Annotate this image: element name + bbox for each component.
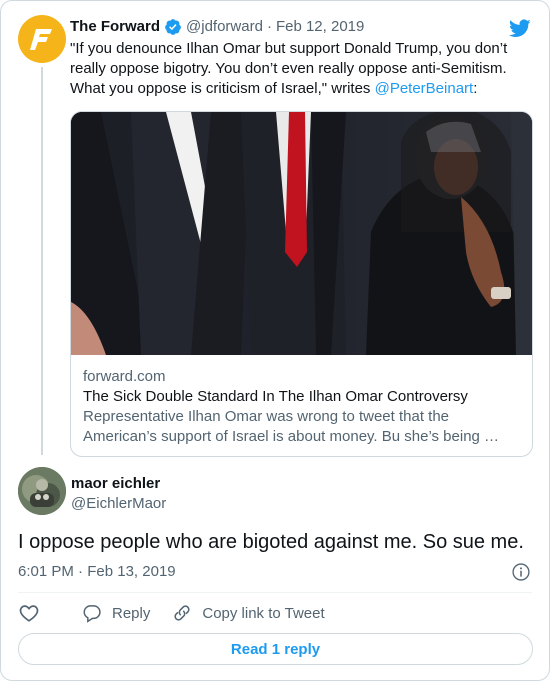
mention-link[interactable]: @PeterBeinart <box>375 80 474 97</box>
link-icon <box>174 605 190 621</box>
link-title[interactable]: The Sick Double Standard In The Ilhan Om… <box>83 387 520 407</box>
tweet-text: I oppose people who are bigoted against … <box>18 531 524 553</box>
tweet-actions: Reply Copy link to Tweet <box>18 601 347 625</box>
tweet-author-handle[interactable]: @EichlerMaor <box>71 494 166 514</box>
link-preview-meta: forward.com The Sick Double Standard In … <box>83 367 520 447</box>
tweet-timestamp[interactable]: 6:01 PM · Feb 13, 2019 <box>18 562 176 582</box>
quoted-text-end: : <box>473 80 478 97</box>
tweet-time: 6:01 PM <box>18 563 74 580</box>
quoted-tweet-text: "If you denounce Ilhan Omar but support … <box>70 39 530 99</box>
link-description-line-1: Representative Ilhan Omar was wrong to t… <box>83 408 450 425</box>
copy-link-button[interactable]: Copy link to Tweet <box>172 603 325 623</box>
link-preview-card[interactable]: forward.com The Sick Double Standard In … <box>70 111 533 457</box>
divider <box>18 592 532 593</box>
info-icon[interactable] <box>511 562 531 587</box>
maor-avatar[interactable] <box>18 467 66 515</box>
tweet-author-name[interactable]: maor eichler <box>71 474 160 494</box>
thread-line <box>41 67 43 455</box>
separator-dot: · <box>78 563 84 580</box>
tweet-card: The Forward @jdforward · Feb 12, 2019 "I… <box>0 0 550 681</box>
tweet-date: Feb 13, 2019 <box>87 563 176 580</box>
quoted-author-name[interactable]: The Forward <box>70 17 160 37</box>
link-description-line-2: American’s support of Israel is about mo… <box>83 428 500 445</box>
read-replies-button[interactable]: Read 1 reply <box>18 633 533 665</box>
copy-link-label: Copy link to Tweet <box>202 604 325 622</box>
quoted-tweet-header: The Forward @jdforward · Feb 12, 2019 <box>70 17 364 37</box>
heart-icon <box>19 605 39 622</box>
verified-badge-icon <box>164 18 182 36</box>
like-button[interactable] <box>18 602 50 624</box>
forward-avatar[interactable] <box>18 15 66 63</box>
reply-button[interactable]: Reply <box>82 603 150 623</box>
reply-label: Reply <box>112 604 151 622</box>
link-preview-image <box>71 112 532 355</box>
separator-dot: · <box>266 18 272 35</box>
quoted-tweet-date[interactable]: Feb 12, 2019 <box>276 17 364 37</box>
link-domain: forward.com <box>83 368 166 385</box>
forward-logo-icon <box>30 29 52 50</box>
quoted-author-handle[interactable]: @jdforward <box>186 17 263 37</box>
reply-bubble-icon <box>83 605 101 623</box>
